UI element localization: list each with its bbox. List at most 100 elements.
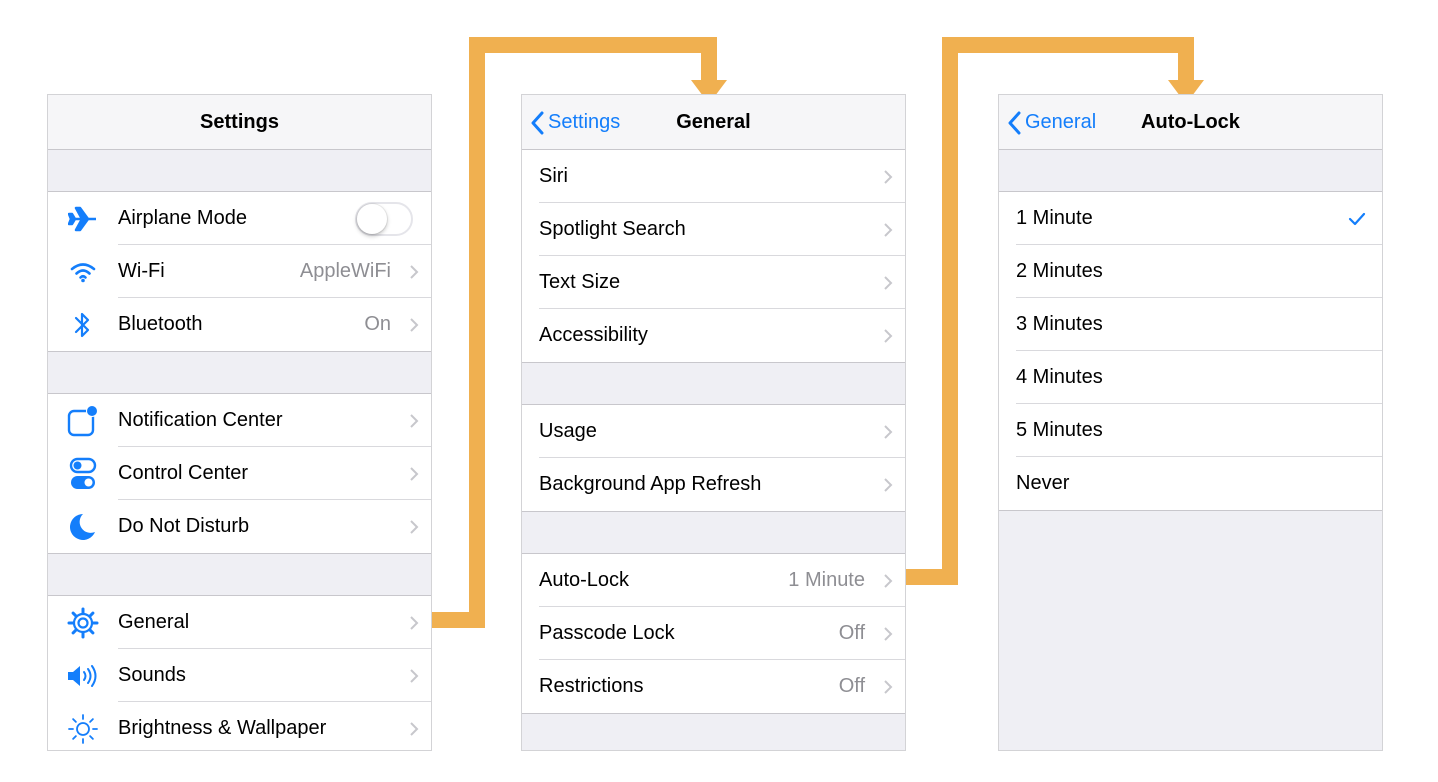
settings-row-label: Bluetooth <box>118 313 203 335</box>
back-button[interactable]: General <box>1007 95 1096 150</box>
general-row-label: Accessibility <box>539 324 648 346</box>
passcode-lock-value: Off <box>838 622 865 644</box>
settings-row-label: Control Center <box>118 462 249 484</box>
control-center-icon <box>48 457 118 491</box>
settings-row-label: Sounds <box>118 664 186 686</box>
restrictions-value: Off <box>838 675 865 697</box>
settings-group-connectivity: Airplane Mode Wi-Fi AppleWiFi Bluetooth … <box>48 192 431 352</box>
chevron-right-icon <box>399 466 429 482</box>
airplane-icon <box>48 206 118 232</box>
page-title: Settings <box>200 111 279 133</box>
chevron-right-icon <box>873 573 903 589</box>
chevron-right-icon <box>399 413 429 429</box>
general-row-auto-lock[interactable]: Auto-Lock 1 Minute <box>522 554 905 607</box>
settings-row-brightness-wallpaper[interactable]: Brightness & Wallpaper <box>48 702 431 750</box>
general-row-label: Restrictions <box>539 675 644 697</box>
settings-row-bluetooth[interactable]: Bluetooth On <box>48 298 431 351</box>
section-gap <box>48 554 431 596</box>
bluetooth-value: On <box>364 313 391 335</box>
bluetooth-icon <box>48 310 118 340</box>
chevron-right-icon <box>399 264 429 280</box>
checkmark-icon <box>1348 212 1366 226</box>
general-row-spotlight-search[interactable]: Spotlight Search <box>522 203 905 256</box>
general-row-label: Background App Refresh <box>539 473 762 495</box>
chevron-right-icon <box>399 317 429 333</box>
chevron-right-icon <box>873 328 903 344</box>
general-group-1: Siri Spotlight Search Text Size Accessib… <box>522 150 905 363</box>
settings-row-do-not-disturb[interactable]: Do Not Disturb <box>48 500 431 553</box>
brightness-icon <box>48 713 118 745</box>
settings-row-label: Notification Center <box>118 409 283 431</box>
back-button-label: Settings <box>548 111 621 133</box>
section-gap <box>522 512 905 554</box>
general-row-text-size[interactable]: Text Size <box>522 256 905 309</box>
section-gap <box>999 150 1382 192</box>
general-row-passcode-lock[interactable]: Passcode Lock Off <box>522 607 905 660</box>
chevron-right-icon <box>873 222 903 238</box>
chevron-right-icon <box>873 424 903 440</box>
auto-lock-option-5-minutes[interactable]: 5 Minutes <box>999 404 1382 457</box>
general-group-2: Usage Background App Refresh <box>522 405 905 512</box>
chevron-right-icon <box>873 477 903 493</box>
chevron-right-icon <box>399 721 429 737</box>
auto-lock-option-2-minutes[interactable]: 2 Minutes <box>999 245 1382 298</box>
back-button[interactable]: Settings <box>530 95 620 150</box>
general-screen: General Settings Siri Spotlight Search T… <box>521 94 906 751</box>
settings-row-airplane-mode[interactable]: Airplane Mode <box>48 192 431 245</box>
chevron-right-icon <box>873 169 903 185</box>
chevron-left-icon <box>1008 111 1021 134</box>
section-gap <box>48 352 431 394</box>
settings-row-label: General <box>118 611 190 633</box>
settings-group-general: General Sounds Brightness & Wallpaper <box>48 596 431 750</box>
settings-row-label: Brightness & Wallpaper <box>118 717 327 739</box>
wifi-value: AppleWiFi <box>299 260 391 282</box>
settings-row-label: Do Not Disturb <box>118 515 250 537</box>
option-label: 3 Minutes <box>1016 313 1103 335</box>
toggle-knob <box>357 203 387 234</box>
settings-row-notification-center[interactable]: Notification Center <box>48 394 431 447</box>
chevron-right-icon <box>399 615 429 631</box>
settings-screen: Settings Airplane Mode Wi-Fi AppleWiFi B… <box>47 94 432 751</box>
general-row-label: Passcode Lock <box>539 622 675 644</box>
chevron-right-icon <box>399 519 429 535</box>
back-button-label: General <box>1025 111 1097 133</box>
general-row-restrictions[interactable]: Restrictions Off <box>522 660 905 713</box>
general-row-accessibility[interactable]: Accessibility <box>522 309 905 362</box>
settings-row-control-center[interactable]: Control Center <box>48 447 431 500</box>
notification-center-icon <box>48 404 118 438</box>
general-row-siri[interactable]: Siri <box>522 150 905 203</box>
speaker-icon <box>48 663 118 689</box>
general-navbar: General Settings <box>522 95 905 150</box>
chevron-right-icon <box>873 275 903 291</box>
gear-icon <box>48 607 118 639</box>
auto-lock-option-3-minutes[interactable]: 3 Minutes <box>999 298 1382 351</box>
option-label: Never <box>1016 472 1070 494</box>
auto-lock-screen: Auto-Lock General 1 Minute 2 Minutes 3 M… <box>998 94 1383 751</box>
auto-lock-option-4-minutes[interactable]: 4 Minutes <box>999 351 1382 404</box>
auto-lock-value: 1 Minute <box>788 569 865 591</box>
general-row-background-app-refresh[interactable]: Background App Refresh <box>522 458 905 511</box>
general-row-label: Usage <box>539 420 597 442</box>
section-gap <box>522 363 905 405</box>
option-label: 5 Minutes <box>1016 419 1103 441</box>
auto-lock-option-1-minute[interactable]: 1 Minute <box>999 192 1382 245</box>
general-group-3: Auto-Lock 1 Minute Passcode Lock Off Res… <box>522 554 905 714</box>
section-gap <box>48 150 431 192</box>
settings-group-notifications: Notification Center Control Center Do No… <box>48 394 431 554</box>
settings-row-label: Wi-Fi <box>118 260 165 282</box>
option-label: 1 Minute <box>1016 207 1093 229</box>
wifi-icon <box>48 261 118 283</box>
auto-lock-option-never[interactable]: Never <box>999 457 1382 510</box>
settings-row-sounds[interactable]: Sounds <box>48 649 431 702</box>
general-row-label: Spotlight Search <box>539 218 686 240</box>
settings-row-label: Airplane Mode <box>118 207 247 229</box>
option-label: 2 Minutes <box>1016 260 1103 282</box>
general-row-usage[interactable]: Usage <box>522 405 905 458</box>
settings-row-general[interactable]: General <box>48 596 431 649</box>
airplane-mode-toggle[interactable] <box>355 201 413 236</box>
auto-lock-options: 1 Minute 2 Minutes 3 Minutes 4 Minutes 5… <box>999 192 1382 511</box>
settings-row-wifi[interactable]: Wi-Fi AppleWiFi <box>48 245 431 298</box>
chevron-right-icon <box>873 626 903 642</box>
chevron-left-icon <box>531 111 544 134</box>
auto-lock-navbar: Auto-Lock General <box>999 95 1382 150</box>
